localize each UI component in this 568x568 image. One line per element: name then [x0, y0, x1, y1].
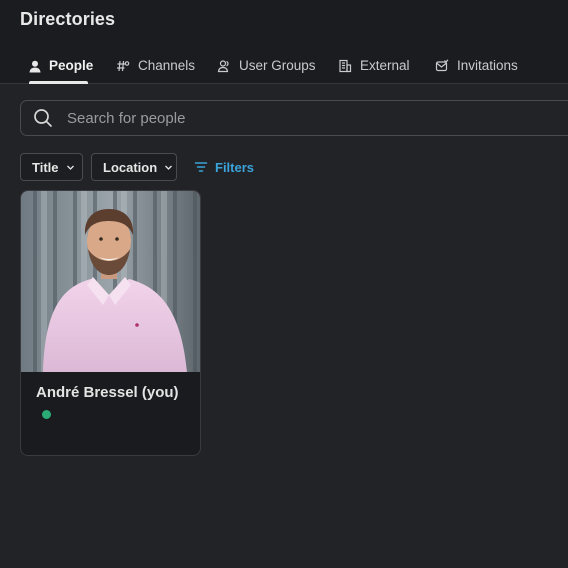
filters-button[interactable]: Filters [194, 153, 254, 181]
chevron-down-icon [164, 163, 173, 172]
person-icon [29, 59, 41, 73]
tab-label: People [49, 58, 94, 73]
title-filter-label: Title [32, 159, 59, 175]
tab-channels[interactable]: Channels [116, 48, 195, 84]
profile-photo [21, 191, 200, 372]
tab-people[interactable]: People [29, 48, 93, 84]
title-filter-button[interactable]: Title [20, 153, 83, 181]
search-icon [33, 108, 53, 128]
location-filter-label: Location [103, 159, 158, 175]
tab-user-groups[interactable]: User Groups [217, 48, 316, 84]
people-search[interactable] [20, 100, 568, 136]
filter-lines-icon [194, 160, 208, 174]
user-group-icon [217, 59, 231, 73]
building-icon [338, 59, 352, 73]
location-filter-button[interactable]: Location [91, 153, 177, 181]
tab-invitations[interactable]: Invitations [435, 48, 518, 84]
person-name: André Bressel (you) [36, 384, 179, 401]
filters-label: Filters [215, 159, 255, 175]
tab-label: Invitations [457, 58, 518, 73]
person-card[interactable]: André Bressel (you) [20, 190, 201, 456]
tab-label: External [360, 58, 410, 73]
tab-bar: People Channels User Groups External Inv… [0, 48, 568, 84]
directories-header: Directories People Channels User Groups … [0, 0, 568, 84]
search-input[interactable] [67, 109, 467, 127]
tab-external[interactable]: External [338, 48, 410, 84]
online-status-indicator [42, 410, 51, 419]
page-title: Directories [20, 9, 116, 29]
chevron-down-icon [66, 163, 75, 172]
filter-bar: Title Location Filters [20, 153, 560, 181]
channel-hash-icon [116, 59, 130, 73]
tab-label: User Groups [239, 58, 316, 73]
tab-label: Channels [138, 58, 196, 73]
invitation-icon [435, 59, 449, 73]
